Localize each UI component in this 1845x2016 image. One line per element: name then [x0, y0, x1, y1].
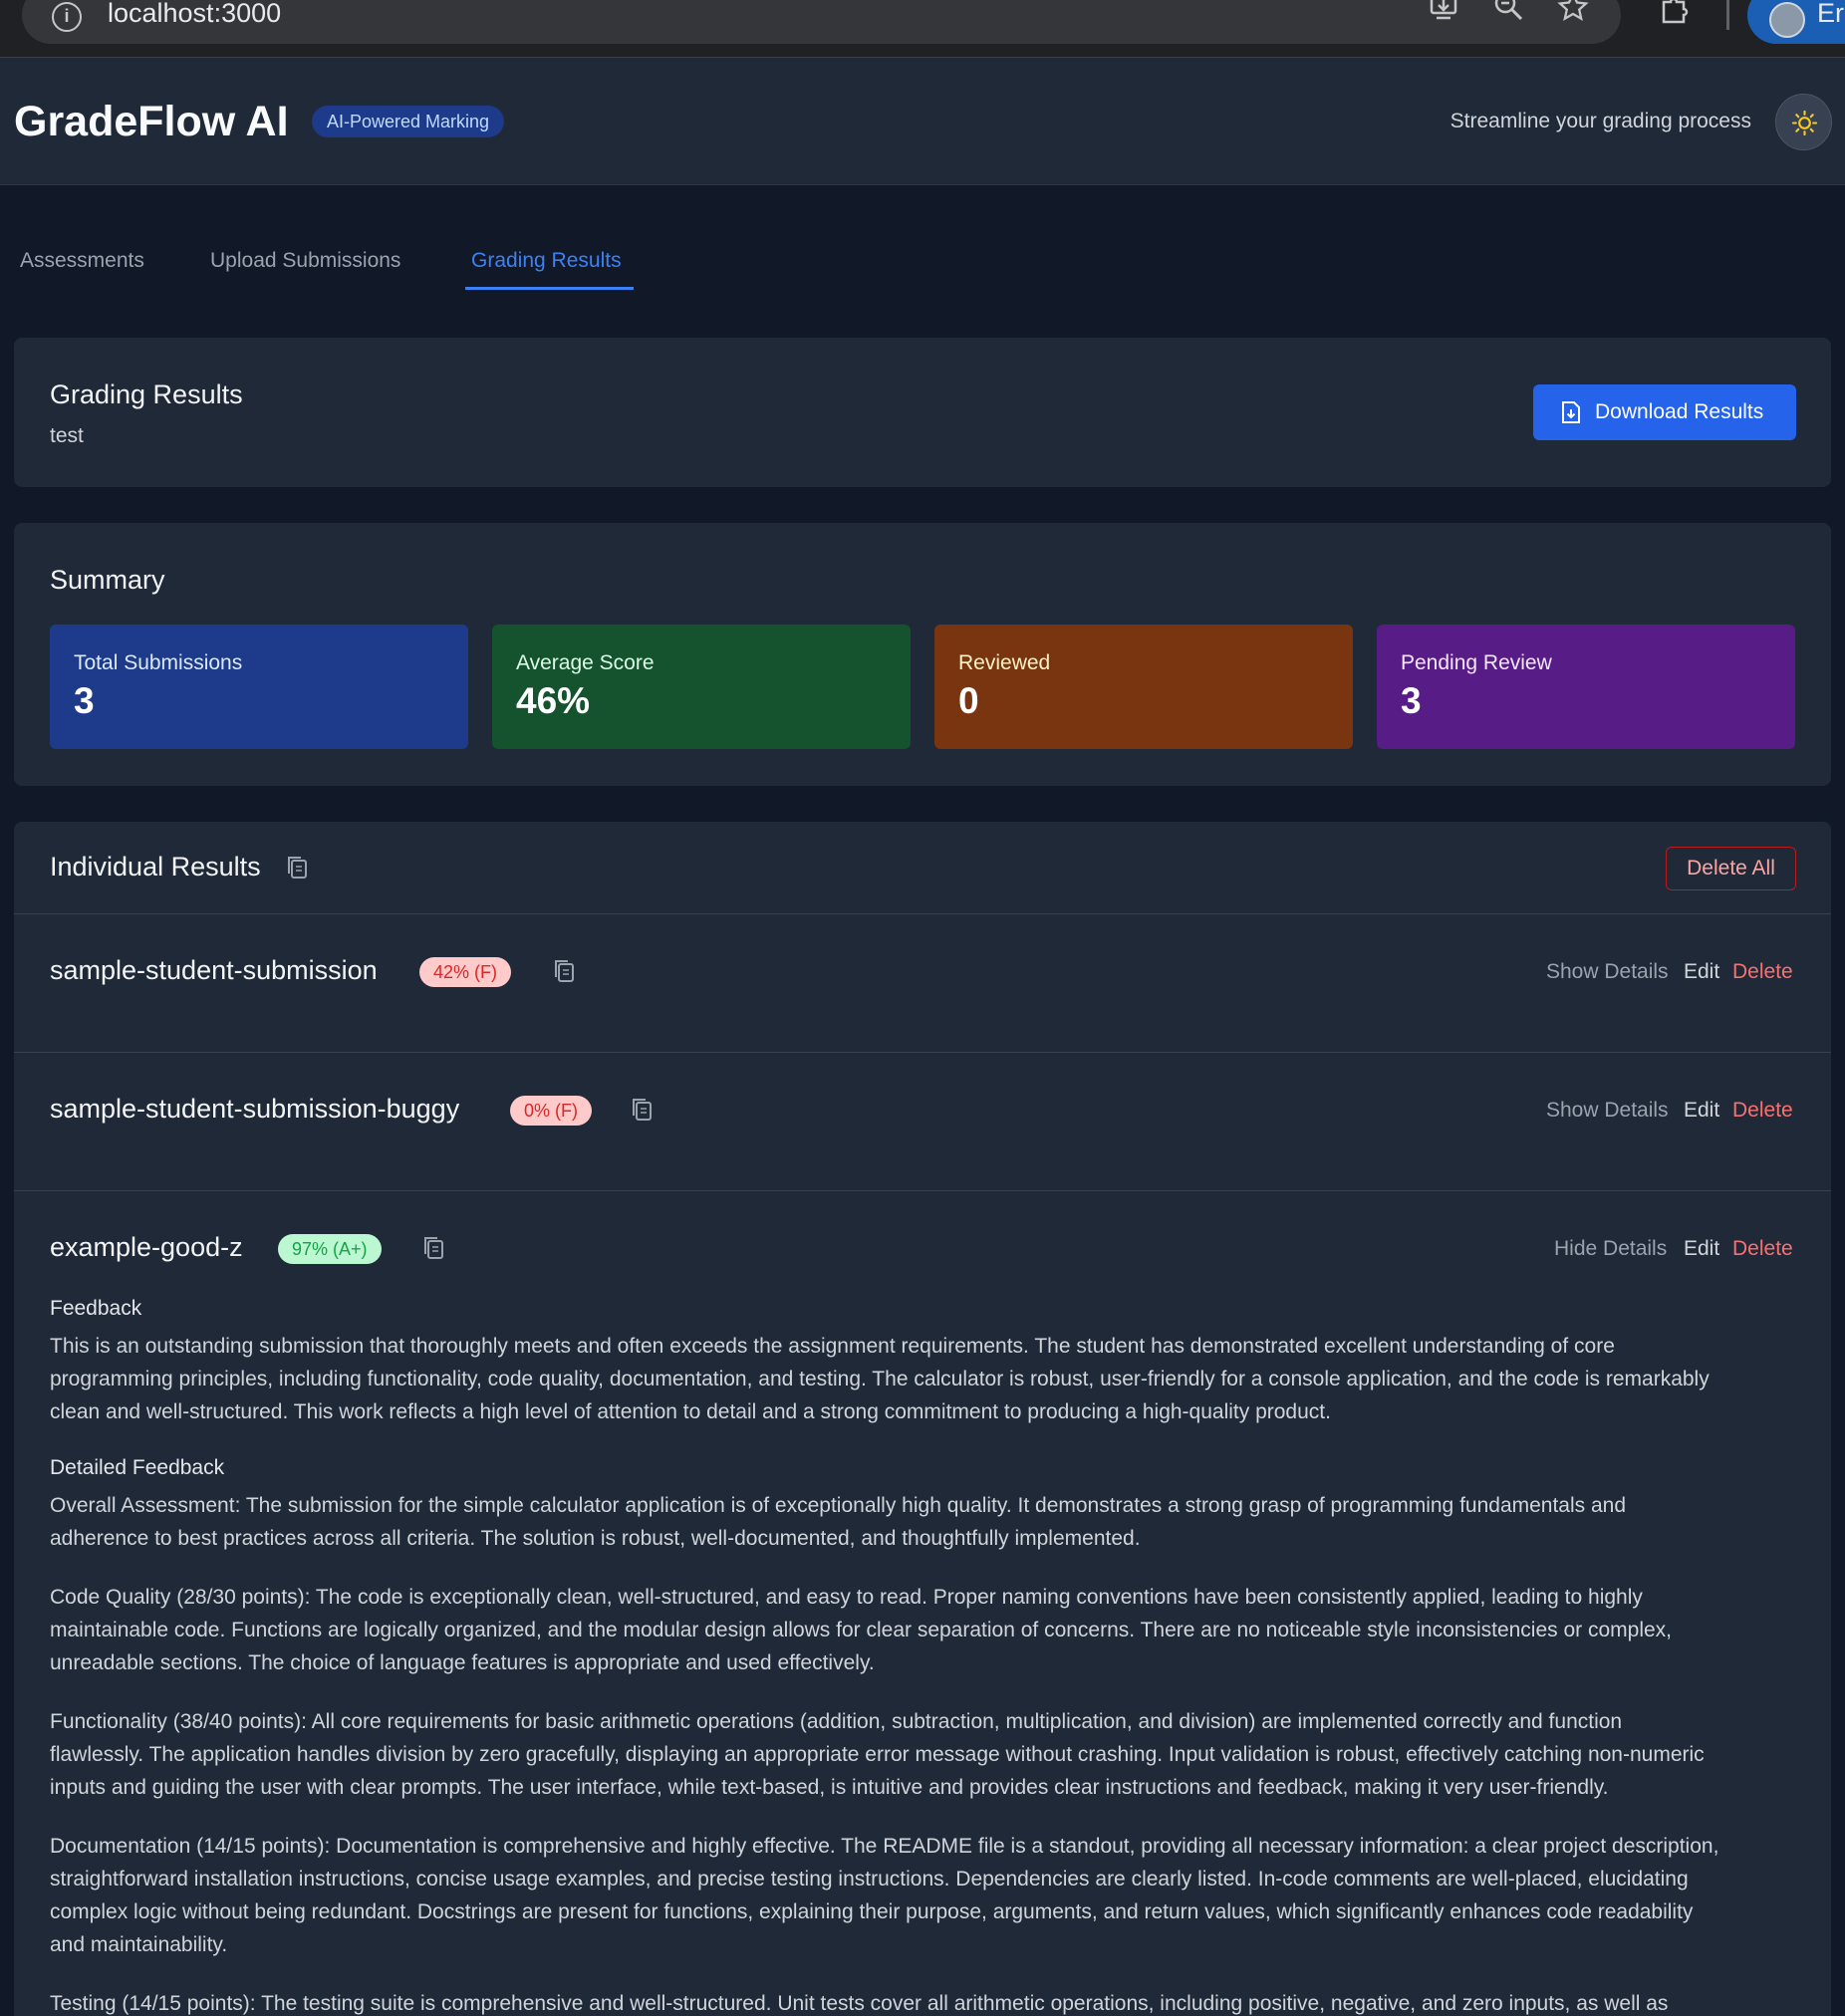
documentation-text: Documentation (14/15 points): Documentat… [50, 1830, 1808, 1961]
edit-button[interactable]: Edit [1684, 960, 1719, 984]
profile-label: Er [1817, 0, 1844, 28]
download-results-button[interactable]: Download Results [1533, 384, 1796, 440]
text-line: unreadable sections. The choice of langu… [50, 1651, 875, 1674]
individual-results-card: Individual Results Delete All sample-stu… [14, 822, 1831, 2016]
site-info-icon[interactable]: i [52, 2, 82, 32]
stat-value: 0 [958, 680, 979, 721]
profile-button[interactable]: Er [1747, 0, 1845, 44]
detailed-feedback-heading: Detailed Feedback [50, 1456, 225, 1479]
divider [14, 1052, 1831, 1053]
submission-name: example-good-z [50, 1232, 243, 1262]
edit-button[interactable]: Edit [1684, 1099, 1719, 1123]
download-results-label: Download Results [1595, 400, 1764, 423]
text-line: Testing (14/15 points): The testing suit… [50, 1992, 1669, 2015]
tab-upload-submissions[interactable]: Upload Submissions [210, 249, 400, 273]
tab-assessments[interactable]: Assessments [20, 249, 144, 273]
text-line: and maintainability. [50, 1933, 228, 1956]
text-line: adherence to best practices across all c… [50, 1527, 1141, 1550]
stat-average-score: Average Score 46% [492, 625, 911, 749]
toolbar-divider [1726, 0, 1729, 30]
overall-assessment-text: Overall Assessment: The submission for t… [50, 1489, 1808, 1555]
text-line: flawlessly. The application handles divi… [50, 1743, 1705, 1766]
assessment-name: test [50, 424, 84, 447]
text-line: Documentation (14/15 points): Documentat… [50, 1835, 1719, 1858]
text-line: maintainable code. Functions are logical… [50, 1619, 1673, 1641]
code-quality-text: Code Quality (28/30 points): The code is… [50, 1581, 1808, 1679]
tab-grading-results[interactable]: Grading Results [471, 249, 622, 273]
text-line: straightforward installation instruction… [50, 1868, 1689, 1890]
copy-icon[interactable] [552, 957, 578, 985]
text-line: Code Quality (28/30 points): The code is… [50, 1586, 1643, 1609]
edit-button[interactable]: Edit [1684, 1237, 1719, 1261]
delete-all-button[interactable]: Delete All [1666, 847, 1796, 890]
extensions-puzzle-icon[interactable] [1658, 0, 1692, 26]
active-tab-indicator [465, 287, 634, 290]
document-download-icon [1562, 401, 1580, 423]
sun-icon [1791, 110, 1818, 136]
divider [14, 1190, 1831, 1191]
functionality-text: Functionality (38/40 points): All core r… [50, 1705, 1808, 1804]
app-header: GradeFlow AI AI-Powered Marking Streamli… [0, 58, 1845, 185]
hide-details-button[interactable]: Hide Details [1554, 1237, 1667, 1261]
stat-label: Average Score [516, 651, 655, 674]
ai-badge: AI-Powered Marking [312, 106, 505, 137]
score-badge: 97% (A+) [278, 1234, 382, 1264]
url-text[interactable]: localhost:3000 [108, 0, 281, 29]
stat-label: Reviewed [958, 651, 1051, 674]
stat-pending-review: Pending Review 3 [1377, 625, 1795, 749]
stat-reviewed: Reviewed 0 [934, 625, 1353, 749]
delete-button[interactable]: Delete [1732, 960, 1793, 984]
text-line: This is an outstanding submission that t… [50, 1335, 1615, 1358]
stat-label: Pending Review [1401, 651, 1552, 674]
summary-card: Summary Total Submissions 3 Average Scor… [14, 523, 1831, 786]
avatar [1769, 2, 1805, 38]
show-details-button[interactable]: Show Details [1546, 960, 1669, 984]
copy-icon[interactable] [630, 1096, 656, 1124]
text-line: Overall Assessment: The submission for t… [50, 1494, 1627, 1517]
results-title: Grading Results [50, 379, 243, 409]
text-line: Functionality (38/40 points): All core r… [50, 1710, 1623, 1733]
app-title: GradeFlow AI [14, 98, 289, 145]
stat-value: 46% [516, 680, 591, 721]
bookmark-star-icon[interactable] [1556, 0, 1590, 24]
browser-toolbar: i localhost:3000 Er [0, 0, 1845, 58]
theme-toggle-button[interactable] [1775, 94, 1832, 150]
results-header-card: Grading Results test Download Results [14, 338, 1831, 487]
install-app-icon[interactable] [1427, 0, 1460, 24]
score-badge: 42% (F) [419, 957, 512, 987]
individual-results-title: Individual Results [50, 852, 261, 882]
submission-name: sample-student-submission-buggy [50, 1094, 460, 1124]
stat-value: 3 [74, 680, 95, 721]
zoom-icon[interactable] [1491, 0, 1525, 24]
feedback-text: This is an outstanding submission that t… [50, 1330, 1808, 1428]
copy-icon[interactable] [421, 1234, 447, 1262]
show-details-button[interactable]: Show Details [1546, 1099, 1669, 1123]
summary-title: Summary [50, 565, 165, 595]
stat-value: 3 [1401, 680, 1422, 721]
submission-name: sample-student-submission [50, 955, 378, 985]
delete-button[interactable]: Delete [1732, 1099, 1793, 1123]
divider [14, 913, 1831, 914]
testing-text: Testing (14/15 points): The testing suit… [50, 1987, 1808, 2016]
stat-label: Total Submissions [74, 651, 243, 674]
text-line: programming principles, including functi… [50, 1368, 1710, 1390]
text-line: complex logic without being redundant. D… [50, 1900, 1694, 1923]
stat-total-submissions: Total Submissions 3 [50, 625, 468, 749]
tagline: Streamline your grading process [1450, 110, 1751, 132]
address-bar[interactable]: i localhost:3000 [22, 0, 1621, 44]
copy-icon[interactable] [285, 854, 311, 882]
delete-button[interactable]: Delete [1732, 1237, 1793, 1261]
text-line: inputs and guiding the user with clear p… [50, 1776, 1609, 1799]
feedback-heading: Feedback [50, 1297, 142, 1320]
score-badge: 0% (F) [510, 1096, 592, 1126]
text-line: clean and well-structured. This work ref… [50, 1400, 1331, 1423]
